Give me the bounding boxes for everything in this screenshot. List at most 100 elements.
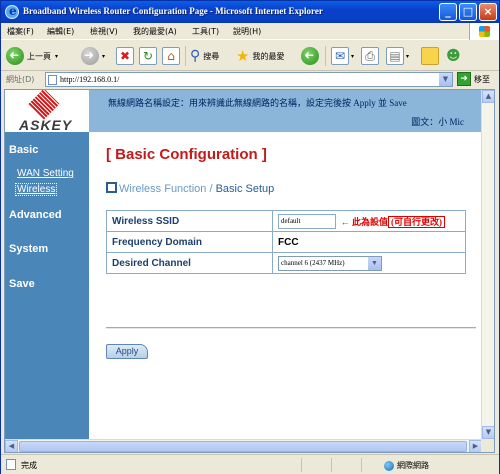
logo-wordmark: ASKEY — [19, 117, 73, 133]
toolbar-divider — [185, 46, 186, 66]
history-icon — [301, 47, 319, 65]
internet-globe-icon — [384, 460, 394, 471]
search-icon: ⚲ — [190, 48, 201, 64]
go-arrow-icon[interactable]: ➜ — [457, 72, 471, 86]
print-button[interactable]: ⎙ — [361, 45, 379, 67]
menu-edit[interactable]: 編輯(E) — [47, 26, 74, 37]
menu-favorites[interactable]: 我的最愛(A) — [133, 26, 177, 37]
ssid-annotation: ← 此為設值 (可自行更改) — [340, 215, 446, 228]
messenger-button[interactable]: ☻ — [446, 45, 461, 67]
frequency-domain-label: Frequency Domain — [106, 231, 273, 253]
edit-dropdown-icon[interactable]: ▾ — [406, 53, 409, 60]
folder-icon — [421, 47, 439, 65]
page-title: [ Basic Configuration ] — [106, 146, 267, 163]
main-content: [ Basic Configuration ] Wireless Functio… — [89, 132, 482, 452]
section-subheading: Wireless Function / Basic Setup — [106, 181, 274, 195]
subhead-setup: Basic Setup — [215, 183, 275, 195]
ssid-note-box: (可自行更改) — [388, 215, 446, 228]
page-banner: ASKEY 無線網路名稱設定：用來辨識此無線網路的名稱，設定完後按 Apply … — [5, 90, 482, 133]
mail-dropdown-icon[interactable]: ▾ — [351, 53, 354, 60]
nav-advanced[interactable]: Advanced — [9, 209, 62, 221]
forward-button[interactable]: ▾ — [81, 45, 105, 67]
channel-select[interactable]: channel 6 (2437 MHz) ▼ — [278, 255, 382, 271]
toolbar: 上一頁 ▾ ▾ ✖ ↻ ⌂ ⚲ 搜尋 ★ 我的最愛 ✉ ▾ — [1, 41, 499, 71]
window-title: Broadband Wireless Router Configuration … — [23, 6, 323, 16]
history-button[interactable] — [301, 45, 319, 67]
mail-button[interactable]: ✉ ▾ — [331, 45, 354, 67]
table-row: Desired Channel channel 6 (2437 MHz) ▼ — [106, 252, 466, 274]
nav-system[interactable]: System — [9, 243, 48, 255]
banner-annotation: 無線網路名稱設定：用來辨識此無線網路的名稱，設定完後按 Apply 並 Save — [108, 98, 407, 108]
search-label: 搜尋 — [203, 51, 220, 61]
menu-view[interactable]: 檢視(V) — [90, 26, 118, 37]
ssid-note-arrow: ← 此為設值 — [340, 216, 389, 227]
subhead-function: Wireless Function / — [119, 183, 216, 195]
menu-help[interactable]: 說明(H) — [233, 26, 261, 37]
folder-button[interactable] — [421, 45, 439, 67]
address-bar: 網址(D) http://192.168.0.1/ ▼ ➜ 移至 — [1, 71, 499, 89]
refresh-button[interactable]: ↻ — [139, 45, 157, 67]
table-row: Frequency Domain FCC — [106, 231, 466, 253]
ssid-input[interactable] — [278, 213, 336, 229]
home-icon: ⌂ — [162, 47, 180, 65]
vertical-scrollbar[interactable]: ▲ ▼ — [481, 90, 494, 439]
zone-label: 網際網路 — [397, 461, 429, 470]
scroll-up-icon[interactable]: ▲ — [482, 90, 494, 103]
desired-channel-label: Desired Channel — [106, 252, 273, 274]
nav-basic[interactable]: Basic — [9, 144, 38, 156]
print-icon: ⎙ — [361, 47, 379, 65]
close-button[interactable]: × — [479, 3, 497, 21]
stop-icon: ✖ — [116, 47, 134, 65]
windows-logo-icon — [469, 23, 499, 40]
search-button[interactable]: ⚲ 搜尋 — [190, 45, 219, 67]
scroll-left-icon[interactable]: ◀ — [5, 440, 18, 452]
minimize-button[interactable]: _ — [439, 3, 457, 21]
mail-icon: ✉ — [331, 47, 349, 65]
status-bar: 完成 網際網路 — [1, 454, 499, 474]
edit-button[interactable]: ▤ ▾ — [386, 45, 409, 67]
messenger-icon: ☻ — [446, 48, 461, 64]
scroll-down-icon[interactable]: ▼ — [482, 426, 494, 439]
maximize-button[interactable]: □ — [459, 3, 477, 21]
stop-button[interactable]: ✖ — [116, 45, 134, 67]
ssid-cell: ← 此為設值(可自行更改) — [272, 210, 466, 232]
status-divider — [301, 458, 302, 472]
menu-tools[interactable]: 工具(T) — [192, 26, 219, 37]
toolbar-divider — [325, 46, 326, 66]
address-label: 網址(D) — [6, 75, 35, 84]
ssid-label: Wireless SSID — [106, 210, 273, 232]
menu-bar: 檔案(F) 編輯(E) 檢視(V) 我的最愛(A) 工具(T) 說明(H) — [1, 23, 499, 40]
edit-icon: ▤ — [386, 47, 404, 65]
back-arrow-icon — [6, 47, 24, 65]
nav-wireless[interactable]: Wireless — [15, 183, 58, 196]
internet-explorer-icon — [5, 4, 19, 19]
page-done-icon — [6, 459, 16, 470]
home-button[interactable]: ⌂ — [162, 45, 180, 67]
divider — [106, 327, 476, 329]
star-icon: ★ — [236, 47, 250, 65]
address-input[interactable]: http://192.168.0.1/ ▼ — [45, 72, 453, 87]
favorites-button[interactable]: ★ 我的最愛 — [236, 45, 284, 67]
back-dropdown-icon[interactable]: ▾ — [55, 53, 58, 60]
apply-button[interactable]: Apply — [106, 344, 148, 359]
nav-wan-setting[interactable]: WAN Setting — [17, 168, 74, 179]
settings-table: Wireless SSID ← 此為設值(可自行更改) Frequency Do… — [106, 210, 466, 274]
address-dropdown-icon[interactable]: ▼ — [439, 73, 452, 86]
back-button[interactable]: 上一頁 ▾ — [6, 45, 58, 67]
horizontal-scrollbar[interactable]: ◀ ▶ — [5, 439, 482, 452]
go-button[interactable]: 移至 — [474, 74, 490, 85]
status-text: 完成 — [21, 461, 37, 470]
horizontal-scroll-thumb[interactable] — [19, 441, 467, 452]
address-url: http://192.168.0.1/ — [60, 75, 120, 84]
back-label: 上一頁 — [27, 51, 51, 61]
table-row: Wireless SSID ← 此為設值(可自行更改) — [106, 210, 466, 232]
forward-dropdown-icon[interactable]: ▾ — [102, 53, 105, 60]
ie-window: Broadband Wireless Router Configuration … — [0, 0, 500, 474]
channel-value: channel 6 (2437 MHz) — [281, 258, 345, 267]
menu-file[interactable]: 檔案(F) — [7, 26, 34, 37]
status-divider — [331, 458, 332, 472]
nav-sidebar: Basic WAN Setting Wireless Advanced Syst… — [5, 132, 89, 452]
nav-save[interactable]: Save — [9, 278, 35, 290]
refresh-icon: ↻ — [139, 47, 157, 65]
chevron-down-icon[interactable]: ▼ — [368, 256, 381, 270]
